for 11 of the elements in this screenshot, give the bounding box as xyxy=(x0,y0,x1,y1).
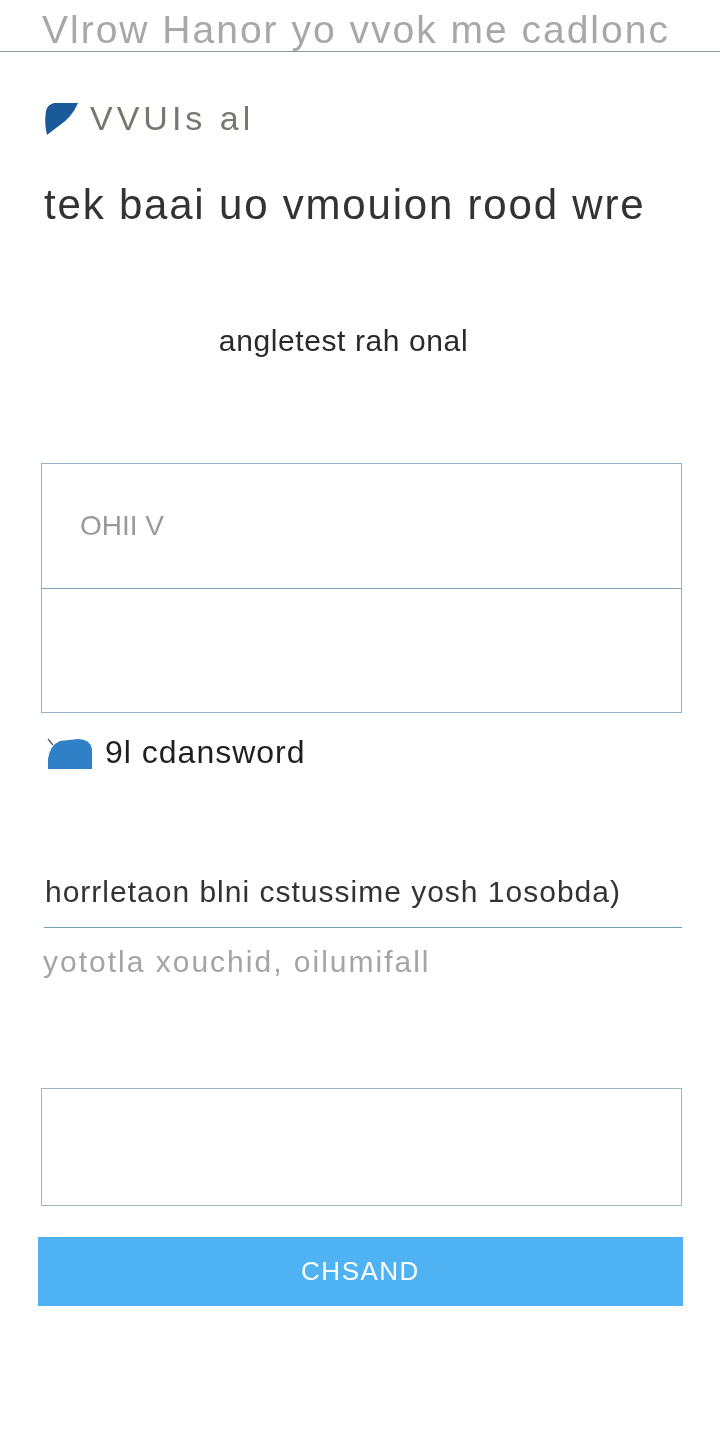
option-label: 9l cdansword xyxy=(105,735,306,769)
brand-name: VVUIs al xyxy=(90,100,255,136)
helper-text: yototla xouchid, oilumifall xyxy=(42,945,432,979)
message-field[interactable]: horrletaon blni cstussime yosh 1osobda) xyxy=(44,875,682,928)
input-field[interactable]: OHII V xyxy=(41,463,682,588)
subtitle: angletest rah onal xyxy=(218,324,469,358)
page-title: Vlrow Hanor yo vvok me cadlonc xyxy=(42,10,670,50)
input-field[interactable] xyxy=(41,587,682,713)
text-area[interactable] xyxy=(41,1088,682,1206)
headline: tek baai uo vmouion rood wre xyxy=(43,181,647,229)
leaf-icon xyxy=(44,101,78,135)
